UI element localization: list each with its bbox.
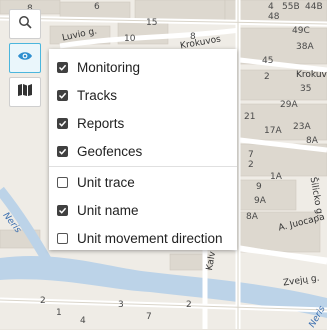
map-label: 6	[94, 2, 100, 12]
menu-item-label: Unit movement direction	[77, 230, 223, 246]
map-label: 9	[256, 182, 262, 192]
checkbox-unit-name[interactable]	[57, 204, 68, 216]
eye-icon	[17, 49, 33, 67]
checkbox-monitoring[interactable]	[57, 61, 68, 73]
menu-item-geofences[interactable]: Geofences	[49, 137, 237, 165]
map-toolbar	[9, 9, 43, 111]
map-label: 35	[300, 84, 312, 94]
street-label: Krokuvos	[296, 70, 327, 80]
map-label: 1	[56, 308, 62, 318]
checkbox-geofences[interactable]	[57, 145, 68, 157]
menu-divider	[49, 166, 237, 167]
map-label: 9A	[254, 196, 266, 206]
map-label: 10	[124, 34, 136, 44]
menu-item-unit-movement-direction[interactable]: Unit movement direction	[49, 224, 237, 252]
map-label: 4	[268, 2, 274, 12]
checkbox-reports[interactable]	[57, 117, 68, 129]
map-label: 2	[248, 160, 254, 170]
map-label: 48	[268, 12, 280, 22]
map-label: 21	[244, 112, 256, 122]
map-label: 7	[248, 150, 254, 160]
map-label: 1A	[270, 172, 282, 182]
checkbox-unit-movement-direction[interactable]	[57, 232, 68, 244]
menu-item-tracks[interactable]: Tracks	[49, 81, 237, 109]
map-label: 15	[146, 18, 158, 28]
menu-item-label: Unit name	[77, 202, 139, 218]
visibility-menu: Monitoring Tracks Reports Geofences Unit…	[49, 49, 237, 250]
map-label: 49C	[292, 26, 310, 36]
menu-item-reports[interactable]: Reports	[49, 109, 237, 137]
map-label: 55B	[282, 2, 300, 12]
checkbox-tracks[interactable]	[57, 89, 68, 101]
map-label: 45	[262, 56, 274, 66]
map-label: 8A	[246, 212, 258, 222]
map-label: 8A	[306, 136, 318, 146]
map-label: 17A	[264, 126, 282, 136]
search-icon	[18, 15, 32, 34]
menu-item-label: Geofences	[77, 143, 143, 159]
map-icon	[17, 83, 33, 102]
map-label: 38A	[296, 42, 314, 52]
search-button[interactable]	[9, 9, 41, 39]
menu-item-unit-trace[interactable]: Unit trace	[49, 168, 237, 196]
menu-item-unit-name[interactable]: Unit name	[49, 196, 237, 224]
map-label: 3	[118, 300, 124, 310]
checkbox-unit-trace[interactable]	[57, 176, 68, 188]
menu-item-label: Tracks	[77, 87, 117, 103]
map-label: 2	[186, 300, 192, 310]
menu-item-label: Unit trace	[77, 174, 135, 190]
map-label: 44B	[305, 2, 323, 12]
map-label: 29A	[280, 100, 298, 110]
map-layers-button[interactable]	[9, 77, 41, 107]
map-label: 2	[264, 72, 270, 82]
map-label: 4	[80, 316, 86, 326]
map-label: 23A	[293, 122, 311, 132]
menu-item-label: Reports	[77, 115, 125, 131]
menu-item-monitoring[interactable]: Monitoring	[49, 53, 237, 81]
visibility-button[interactable]	[9, 43, 41, 73]
menu-item-label: Monitoring	[77, 59, 141, 75]
map-label: 7	[146, 312, 152, 322]
map-label: 2	[40, 296, 46, 306]
